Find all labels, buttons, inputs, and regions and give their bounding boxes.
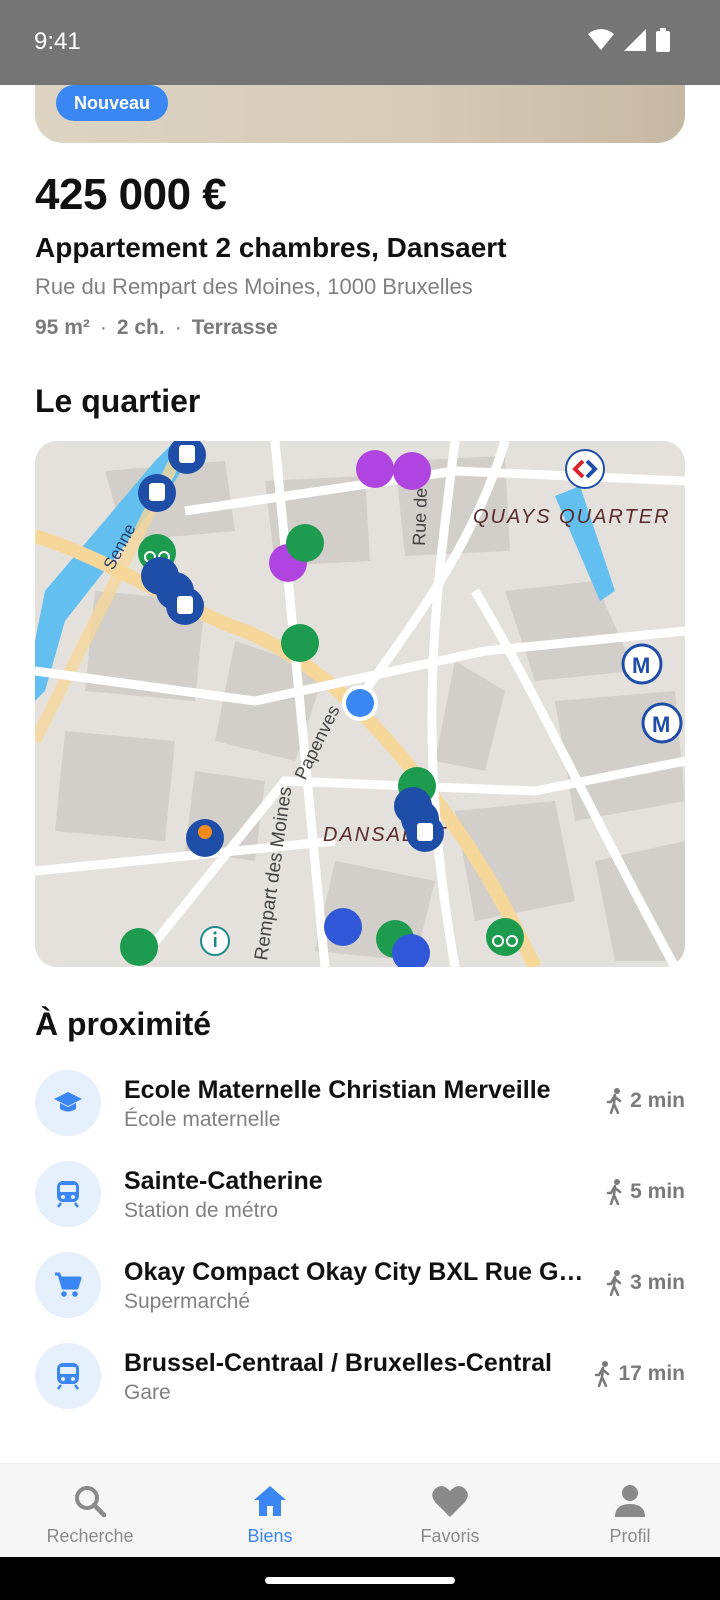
- svg-text:M: M: [652, 712, 670, 737]
- spec-separator: ·: [174, 316, 182, 339]
- home-indicator[interactable]: [265, 1577, 455, 1584]
- map-poi-bike[interactable]: [486, 918, 524, 956]
- spec-feature: Terrasse: [191, 316, 278, 339]
- neighborhood-title: Le quartier: [35, 383, 201, 419]
- map-poi-info[interactable]: [200, 926, 230, 956]
- map-poi-okay[interactable]: [186, 819, 224, 857]
- place-category: Supermarché: [124, 1290, 251, 1313]
- place-category: École maternelle: [124, 1108, 281, 1131]
- status-time: 9:41: [34, 28, 81, 55]
- place-name: Sainte-Catherine: [124, 1167, 323, 1195]
- school-icon: [35, 1070, 101, 1136]
- spec-area: 95 m²: [35, 316, 90, 339]
- heart-icon: [432, 1486, 468, 1517]
- home-icon: [254, 1486, 286, 1516]
- listing-photo[interactable]: Nouveau: [35, 85, 685, 143]
- walking-icon: [606, 1270, 622, 1296]
- walk-time: 3 min: [606, 1270, 685, 1296]
- tab-listings[interactable]: Biens: [180, 1464, 360, 1558]
- spec-separator: ·: [99, 316, 107, 339]
- walking-icon: [606, 1088, 622, 1114]
- tab-label: Recherche: [46, 1526, 134, 1546]
- list-item[interactable]: Sainte-Catherine Station de métro 5 min: [35, 1155, 685, 1246]
- list-item[interactable]: Okay Compact Okay City BXL Rue Gr-... Su…: [35, 1246, 685, 1337]
- person-icon: [615, 1485, 645, 1517]
- tab-profile[interactable]: Profil: [540, 1464, 720, 1558]
- svg-text:M: M: [632, 653, 650, 678]
- place-name: Brussel-Centraal / Bruxelles-Central: [124, 1349, 552, 1377]
- metro-icon: [35, 1161, 101, 1227]
- status-bar: 9:41: [0, 0, 720, 85]
- place-name: Ecole Maternelle Christian Merveille: [124, 1076, 551, 1104]
- spec-rooms: 2 ch.: [116, 316, 165, 339]
- status-icons: [588, 28, 670, 52]
- train-icon: [35, 1343, 101, 1409]
- listing-title: Appartement 2 chambres, Dansaert: [35, 232, 507, 263]
- nearby-title: À proximité: [35, 1006, 212, 1042]
- neighborhood-map[interactable]: QUAYS QUARTER DANSAERT Senne Rue de Remp…: [35, 441, 685, 967]
- map-poi-metro[interactable]: M: [621, 643, 663, 685]
- place-name: Okay Compact Okay City BXL Rue Gr-...: [124, 1258, 584, 1286]
- gesture-bar: [0, 1557, 720, 1600]
- map-label-quays: QUAYS QUARTER: [473, 506, 671, 528]
- map-poi-tram[interactable]: [138, 474, 176, 512]
- walk-time: 17 min: [594, 1361, 685, 1387]
- property-location-marker: [342, 685, 378, 721]
- bottom-tab-bar: Recherche Biens Favoris Profil: [0, 1463, 720, 1557]
- map-poi-metro[interactable]: M: [641, 702, 683, 744]
- battery-icon: [656, 28, 670, 52]
- place-category: Station de métro: [124, 1199, 279, 1222]
- listing-specs: 95 m² · 2 ch. · Terrasse: [35, 316, 278, 340]
- listing-price: 425 000 €: [35, 170, 227, 219]
- tab-label: Profil: [609, 1526, 651, 1546]
- walk-time: 2 min: [606, 1088, 685, 1114]
- walking-icon: [595, 1361, 610, 1387]
- nearby-list: Ecole Maternelle Christian Merveille Éco…: [35, 1064, 685, 1428]
- list-item[interactable]: Brussel-Centraal / Bruxelles-Central Gar…: [35, 1337, 685, 1428]
- place-category: Gare: [124, 1381, 171, 1404]
- tab-favorites[interactable]: Favoris: [360, 1464, 540, 1558]
- tab-search[interactable]: Recherche: [0, 1464, 180, 1558]
- new-badge: Nouveau: [56, 85, 169, 121]
- walking-icon: [606, 1179, 622, 1205]
- tab-label: Favoris: [420, 1526, 480, 1546]
- listing-address: Rue du Rempart des Moines, 1000 Bruxelle…: [35, 274, 473, 299]
- list-item[interactable]: Ecole Maternelle Christian Merveille Éco…: [35, 1064, 685, 1155]
- walk-time: 5 min: [606, 1179, 685, 1205]
- map-poi-carrefour[interactable]: [565, 449, 605, 489]
- map-label-rue: Rue de: [409, 487, 431, 546]
- signal-icon: [624, 29, 646, 51]
- cart-icon: [35, 1252, 101, 1318]
- wifi-icon: [588, 29, 614, 50]
- search-icon: [75, 1486, 107, 1518]
- tab-label: Biens: [247, 1526, 293, 1546]
